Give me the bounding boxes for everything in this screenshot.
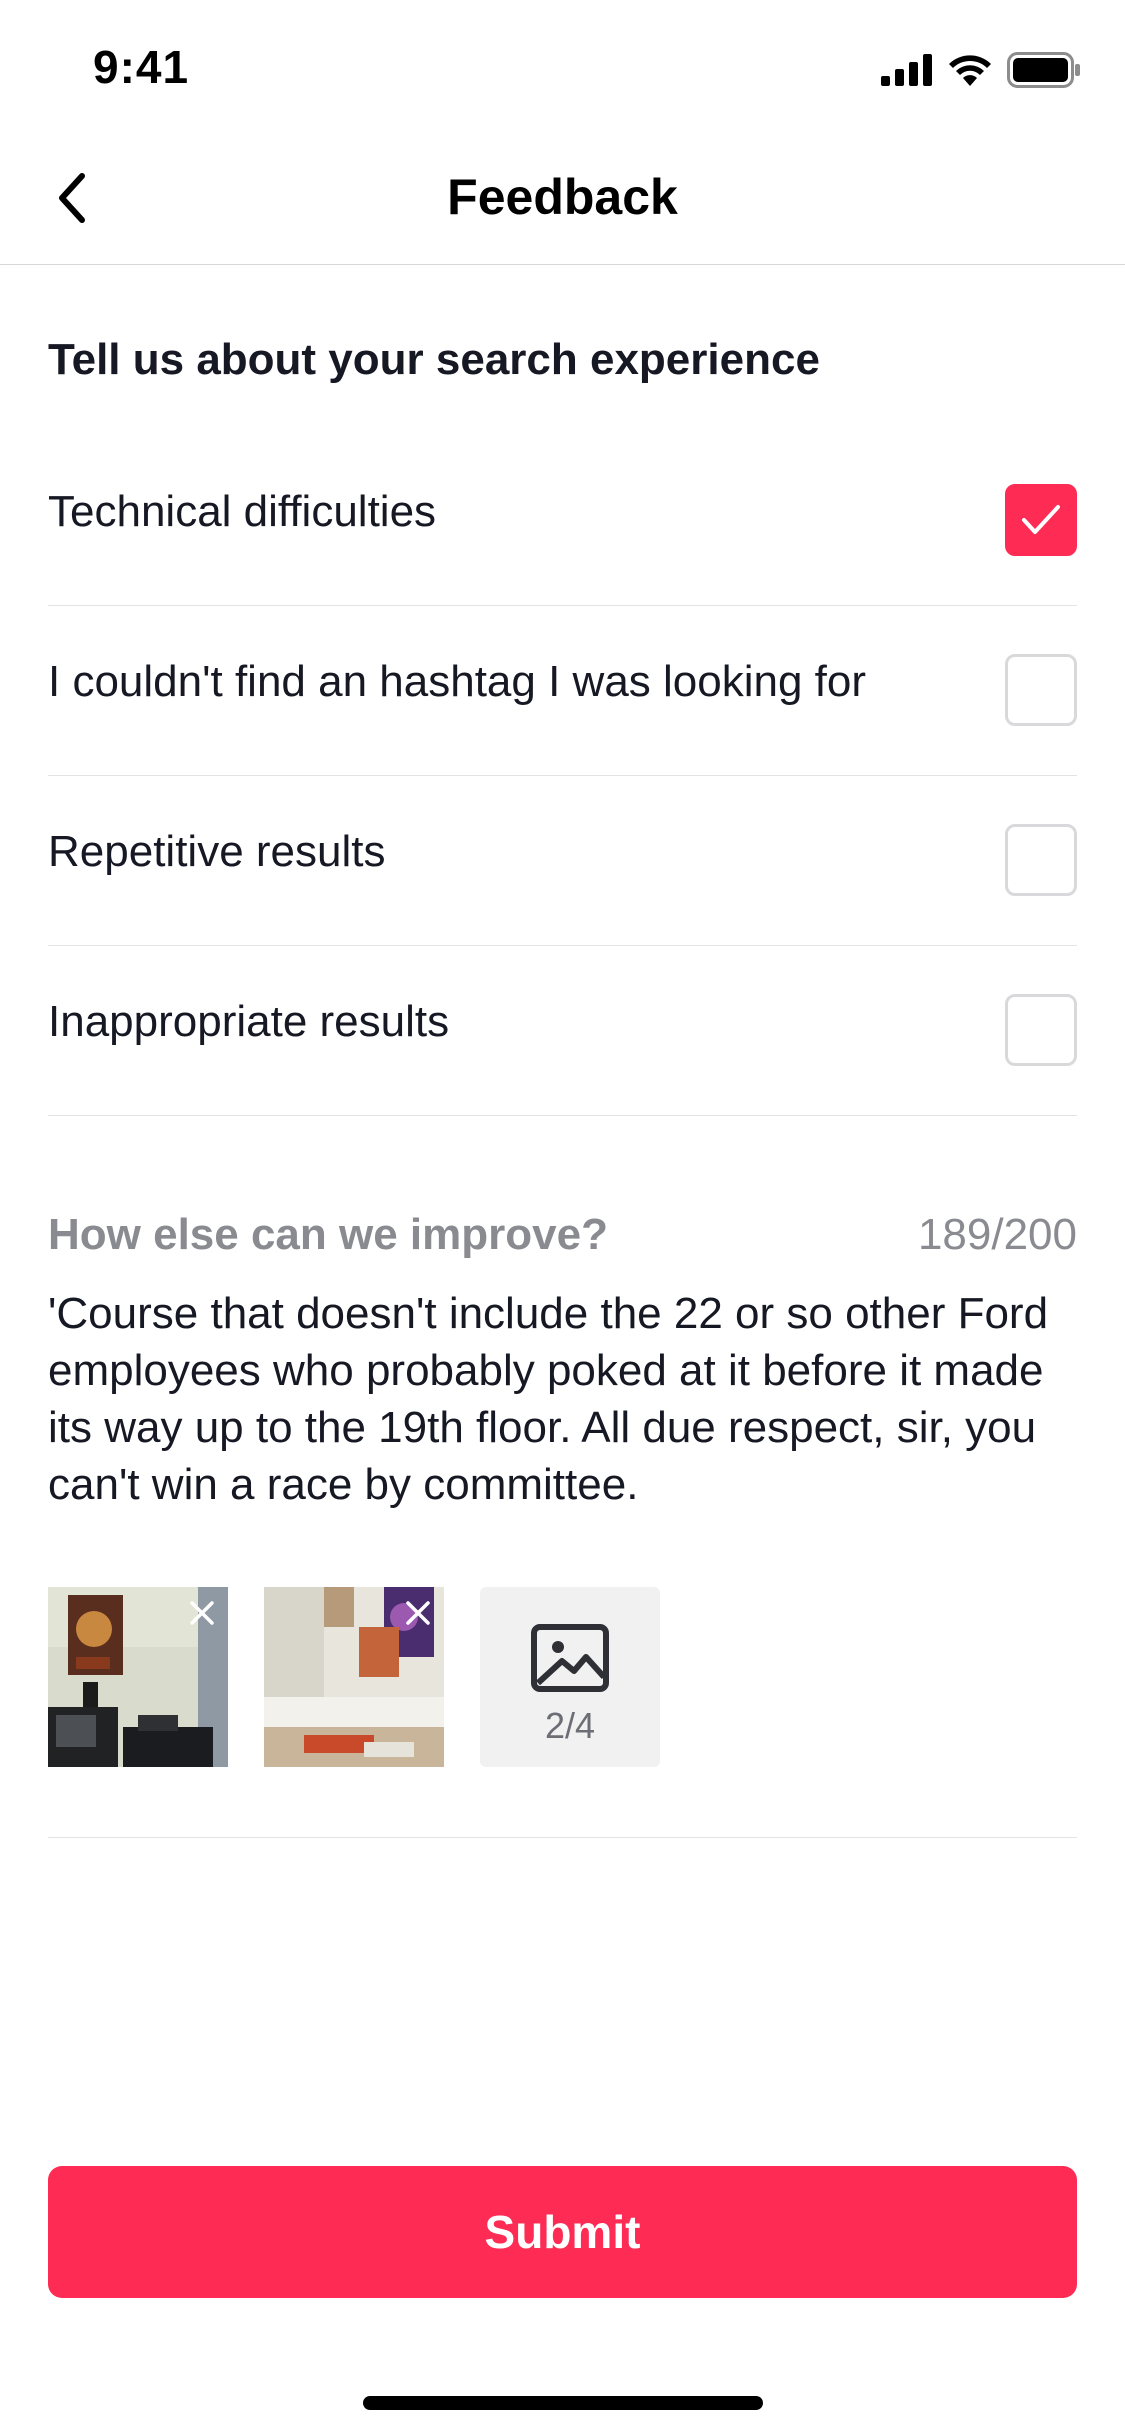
character-count: 189/200 — [917, 1210, 1077, 1259]
photo-thumbnail-2[interactable] — [264, 1587, 444, 1767]
image-icon — [531, 1624, 609, 1692]
survey-title: Tell us about your search experience — [48, 335, 820, 384]
remove-image-button[interactable] — [396, 1591, 440, 1635]
photo-thumbnail-1[interactable] — [48, 1587, 228, 1767]
checkbox[interactable] — [1005, 824, 1077, 896]
battery-icon — [1007, 52, 1080, 88]
feedback-textarea[interactable]: 'Course that doesn't include the 22 or s… — [48, 1285, 1077, 1513]
attachments-row: 2/4 — [48, 1587, 1077, 1838]
option-label: Repetitive results — [48, 827, 386, 876]
checkbox-checked[interactable] — [1005, 484, 1077, 556]
option-label: I couldn't find an hashtag I was looking… — [48, 657, 867, 706]
wifi-icon — [949, 55, 991, 86]
nav-bar: Feedback — [0, 132, 1125, 265]
page-title: Feedback — [447, 169, 678, 225]
cellular-signal-icon — [881, 54, 932, 86]
option-label: Inappropriate results — [48, 997, 450, 1046]
home-indicator — [363, 2396, 763, 2410]
checkbox[interactable] — [1005, 994, 1077, 1066]
add-image-button[interactable]: 2/4 — [480, 1587, 660, 1767]
close-icon — [406, 1601, 430, 1625]
checkbox[interactable] — [1005, 654, 1077, 726]
status-icons — [881, 50, 1081, 90]
submit-button[interactable]: Submit — [48, 2166, 1077, 2298]
image-count: 2/4 — [544, 1705, 596, 1746]
option-hashtag-not-found[interactable]: I couldn't find an hashtag I was looking… — [48, 605, 1077, 776]
option-label: Technical difficulties — [48, 487, 437, 536]
status-bar: 9:41 — [0, 0, 1125, 132]
option-technical-difficulties[interactable]: Technical difficulties — [48, 435, 1077, 606]
remove-image-button[interactable] — [180, 1591, 224, 1635]
option-inappropriate-results[interactable]: Inappropriate results — [48, 945, 1077, 1116]
status-time: 9:41 — [93, 41, 190, 93]
checkmark-icon — [1022, 505, 1060, 534]
option-repetitive-results[interactable]: Repetitive results — [48, 775, 1077, 946]
improve-label: How else can we improve? — [48, 1210, 608, 1259]
close-icon — [190, 1601, 214, 1625]
